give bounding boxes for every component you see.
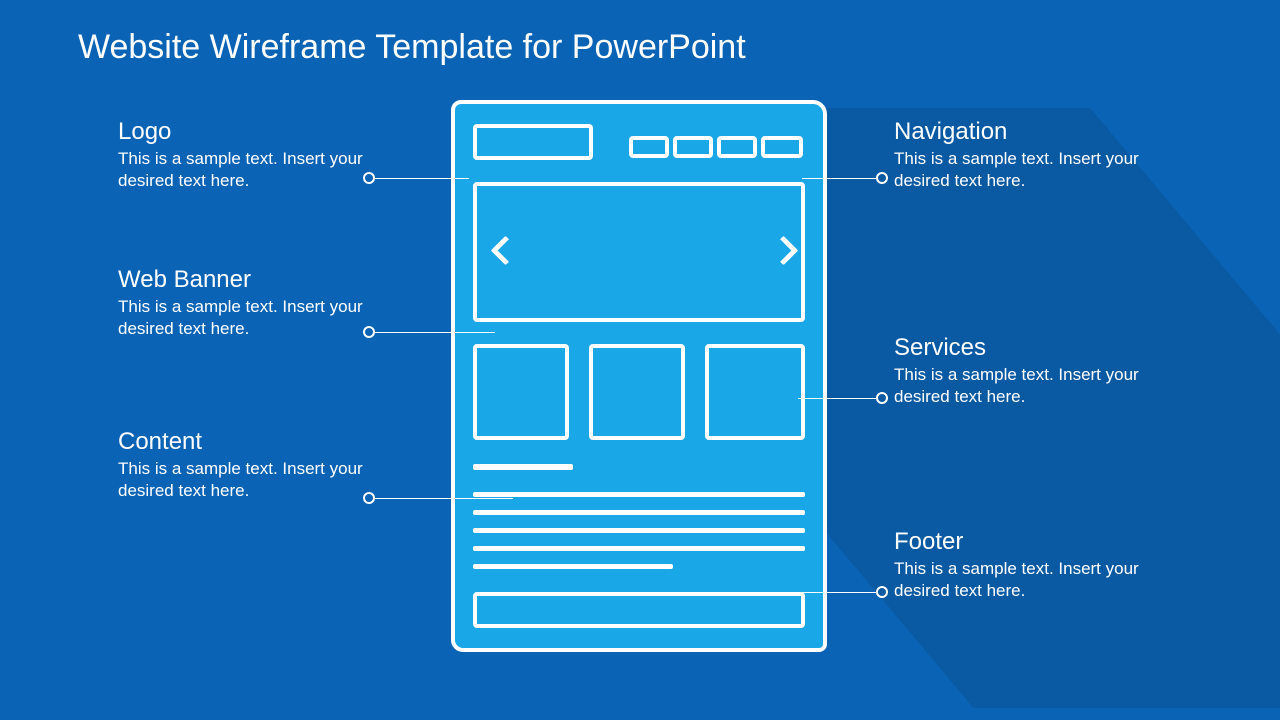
wireframe-service-box: [705, 344, 805, 440]
connector-line: [802, 178, 876, 179]
connector-dot: [363, 326, 375, 338]
callout-web-banner: Web Banner This is a sample text. Insert…: [118, 266, 368, 340]
wireframe-nav-tab: [761, 136, 803, 158]
wireframe-content-line: [473, 564, 673, 569]
connector-dot: [876, 392, 888, 404]
wireframe-content-heading: [473, 464, 573, 470]
callout-heading: Logo: [118, 118, 368, 146]
wireframe-nav-tab: [717, 136, 757, 158]
callout-heading: Footer: [894, 528, 1144, 556]
wireframe-nav-tab: [629, 136, 669, 158]
callout-services: Services This is a sample text. Insert y…: [894, 334, 1144, 408]
connector-dot: [363, 172, 375, 184]
connector-line: [375, 498, 513, 499]
wireframe-content-line: [473, 492, 805, 497]
connector-dot: [363, 492, 375, 504]
connector-line: [375, 178, 469, 179]
callout-heading: Navigation: [894, 118, 1144, 146]
callout-heading: Services: [894, 334, 1144, 362]
wireframe-content-line: [473, 528, 805, 533]
wireframe-service-box: [589, 344, 685, 440]
callout-heading: Web Banner: [118, 266, 368, 294]
callout-body: This is a sample text. Insert your desir…: [118, 148, 368, 192]
connector-line: [798, 398, 876, 399]
chevron-right-icon: [775, 234, 793, 266]
connector-dot: [876, 586, 888, 598]
wireframe-service-box: [473, 344, 569, 440]
slide-title: Website Wireframe Template for PowerPoin…: [78, 28, 746, 67]
connector-line: [375, 332, 495, 333]
wireframe-footer-box: [473, 592, 805, 628]
callout-body: This is a sample text. Insert your desir…: [894, 558, 1144, 602]
callout-body: This is a sample text. Insert your desir…: [894, 148, 1144, 192]
callout-footer: Footer This is a sample text. Insert you…: [894, 528, 1144, 602]
wireframe-page: [451, 100, 827, 652]
wireframe-logo-box: [473, 124, 593, 160]
wireframe-content-line: [473, 546, 805, 551]
callout-body: This is a sample text. Insert your desir…: [894, 364, 1144, 408]
callout-navigation: Navigation This is a sample text. Insert…: [894, 118, 1144, 192]
connector-dot: [876, 172, 888, 184]
wireframe-nav-tab: [673, 136, 713, 158]
callout-body: This is a sample text. Insert your desir…: [118, 458, 368, 502]
wireframe-content-line: [473, 510, 805, 515]
callout-content: Content This is a sample text. Insert yo…: [118, 428, 368, 502]
wireframe-banner-box: [473, 182, 805, 322]
chevron-left-icon: [491, 234, 509, 266]
callout-heading: Content: [118, 428, 368, 456]
connector-line: [796, 592, 876, 593]
callout-body: This is a sample text. Insert your desir…: [118, 296, 368, 340]
callout-logo: Logo This is a sample text. Insert your …: [118, 118, 368, 192]
